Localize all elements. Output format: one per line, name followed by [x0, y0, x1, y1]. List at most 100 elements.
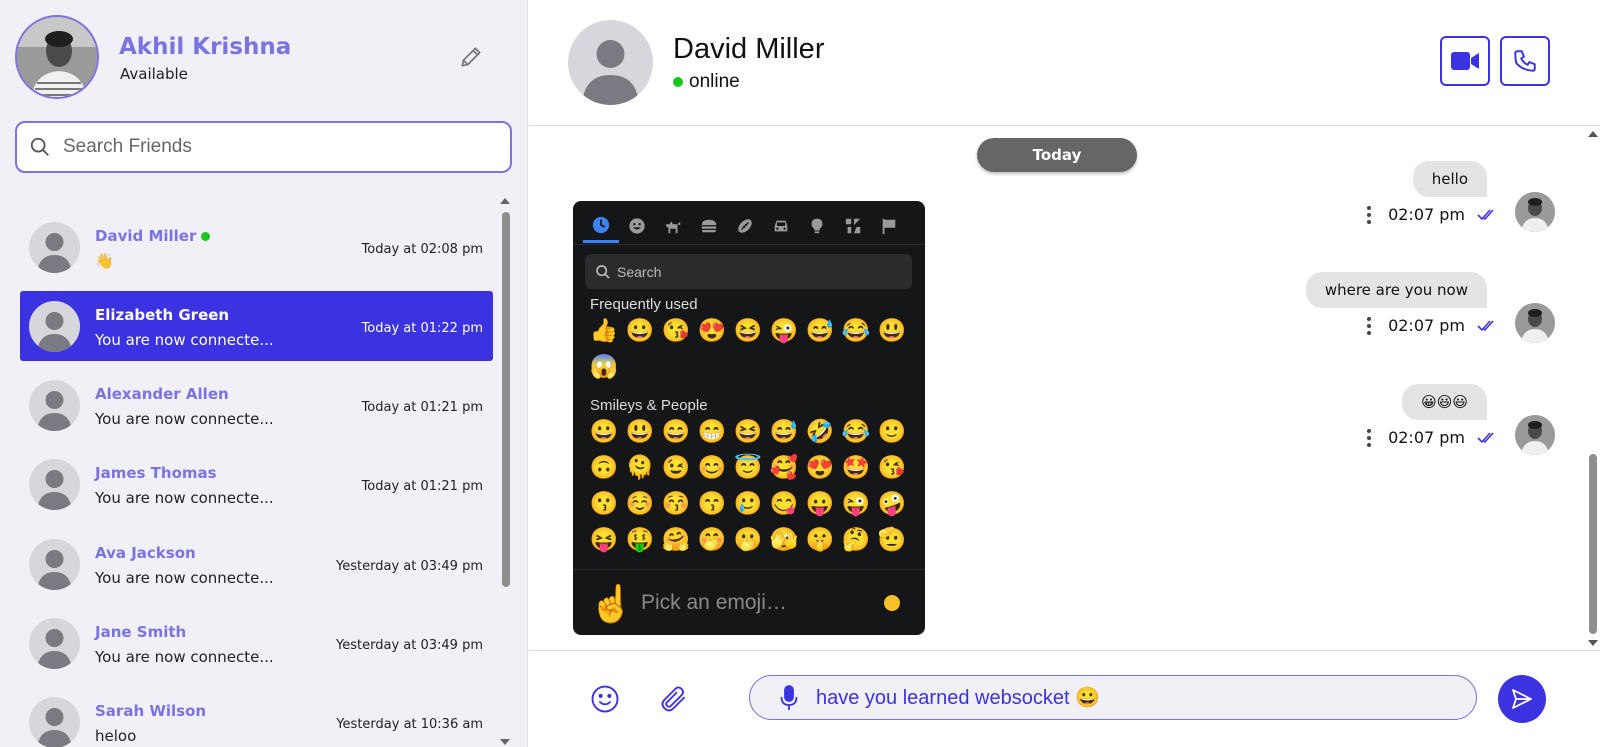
emoji-option[interactable]: 🫡	[874, 521, 910, 557]
emoji-option[interactable]: 🥲	[730, 485, 766, 521]
emoji-option[interactable]: 🤗	[658, 521, 694, 557]
emoji-option[interactable]: 🤭	[694, 521, 730, 557]
emoji-option[interactable]: 😄	[658, 413, 694, 449]
emoji-option[interactable]: 😆	[730, 413, 766, 449]
scrollbar-thumb[interactable]	[1589, 454, 1597, 634]
emoji-option[interactable]: 🤫	[802, 521, 838, 557]
emoji-option[interactable]: 😗	[586, 485, 622, 521]
video-call-button[interactable]	[1440, 36, 1490, 86]
microphone-icon[interactable]	[780, 684, 798, 711]
emoji-tab-smileys[interactable]	[619, 209, 655, 243]
emoji-option[interactable]: 🫣	[766, 521, 802, 557]
emoji-option[interactable]: 🤔	[838, 521, 874, 557]
emoji-tab-objects[interactable]	[799, 209, 835, 243]
emoji-option[interactable]: 😊	[694, 449, 730, 485]
edit-profile-button[interactable]	[456, 42, 486, 72]
emoji-option[interactable]: 😇	[730, 449, 766, 485]
voice-call-button[interactable]	[1500, 36, 1550, 86]
emoji-option[interactable]: 🫠	[622, 449, 658, 485]
message-meta: 02:07 pm	[1362, 428, 1495, 447]
search-friends-input[interactable]	[63, 136, 483, 158]
emoji-option[interactable]: 😃	[874, 312, 910, 348]
emoji-tab-travel[interactable]	[763, 209, 799, 243]
emoji-option[interactable]: 😅	[766, 413, 802, 449]
emoji-option[interactable]: 👍	[586, 312, 622, 348]
message-options-icon[interactable]	[1362, 428, 1376, 447]
emoji-option[interactable]: 😅	[802, 312, 838, 348]
emoji-option[interactable]: 🙂	[874, 413, 910, 449]
emoji-tab-food[interactable]	[691, 209, 727, 243]
friend-item-elizabeth-green[interactable]: Elizabeth Green You are now connecte... …	[20, 291, 493, 361]
send-button[interactable]	[1498, 675, 1546, 723]
message-input-field[interactable]	[749, 675, 1477, 720]
friend-item-james-thomas[interactable]: James Thomas You are now connecte... Tod…	[20, 449, 493, 519]
emoji-option[interactable]: 😜	[838, 485, 874, 521]
emoji-option[interactable]: 😀	[622, 312, 658, 348]
friend-item-alexander-allen[interactable]: Alexander Allen You are now connecte... …	[20, 370, 493, 440]
emoji-option[interactable]: 😱	[586, 348, 622, 384]
message-bubble[interactable]: 😀😃😃	[1402, 384, 1487, 420]
friends-scrollbar[interactable]	[498, 192, 513, 747]
emoji-search-input[interactable]	[617, 263, 897, 280]
message-options-icon[interactable]	[1362, 205, 1376, 224]
emoji-option[interactable]: 🙃	[586, 449, 622, 485]
emoji-option[interactable]: 😋	[766, 485, 802, 521]
emoji-tab-symbols[interactable]	[835, 209, 871, 243]
message-bubble[interactable]: hello	[1412, 161, 1487, 197]
emoji-option[interactable]: 😚	[658, 485, 694, 521]
friend-item-ava-jackson[interactable]: Ava Jackson You are now connecte... Yest…	[20, 529, 493, 599]
emoji-option[interactable]: 🤣	[802, 413, 838, 449]
emoji-option[interactable]: 😍	[802, 449, 838, 485]
sender-avatar	[1515, 192, 1555, 232]
emoji-search-field[interactable]	[585, 254, 912, 289]
emoji-option[interactable]: 😁	[694, 413, 730, 449]
emoji-option[interactable]: 😜	[766, 312, 802, 348]
contact-avatar[interactable]	[568, 20, 653, 105]
emoji-option[interactable]: 😘	[658, 312, 694, 348]
friend-item-david-miller[interactable]: David Miller 👋 Today at 02:08 pm	[20, 212, 493, 282]
emoji-option[interactable]: 😆	[730, 312, 766, 348]
emoji-option[interactable]: 😘	[874, 449, 910, 485]
emoji-option[interactable]: 🤑	[622, 521, 658, 557]
skin-tone-selector[interactable]	[884, 595, 900, 611]
emoji-option[interactable]: 🥰	[766, 449, 802, 485]
emoji-option[interactable]: 😀	[586, 413, 622, 449]
friend-item-jane-smith[interactable]: Jane Smith You are now connecte... Yeste…	[20, 608, 493, 678]
emoji-option[interactable]: 😃	[622, 413, 658, 449]
emoji-button[interactable]	[587, 681, 623, 717]
emoji-option[interactable]: ☺️	[622, 485, 658, 521]
scroll-up-arrow[interactable]	[1588, 131, 1598, 137]
message-options-icon[interactable]	[1362, 316, 1376, 335]
emoji-tab-activity[interactable]	[727, 209, 763, 243]
scroll-up-arrow[interactable]	[500, 198, 510, 204]
message-bubble[interactable]: where are you now	[1305, 272, 1487, 308]
scroll-down-arrow[interactable]	[500, 739, 510, 745]
scrollbar-thumb[interactable]	[502, 212, 510, 587]
emoji-tab-flags[interactable]	[871, 209, 907, 243]
friend-name: David Miller	[95, 227, 211, 245]
attach-button[interactable]	[656, 681, 692, 717]
emoji-option[interactable]: 🤪	[874, 485, 910, 521]
emoji-option[interactable]: 😝	[586, 521, 622, 557]
friend-name: Ava Jackson	[95, 544, 196, 562]
scroll-down-arrow[interactable]	[1588, 640, 1598, 646]
emoji-option[interactable]: 😛	[802, 485, 838, 521]
emoji-tab-animals[interactable]	[655, 209, 691, 243]
emoji-option[interactable]: 😂	[838, 413, 874, 449]
emoji-option[interactable]: 😂	[838, 312, 874, 348]
emoji-preview-bar: ☝️ Pick an emoji…	[573, 569, 925, 635]
message-input[interactable]	[816, 686, 1436, 709]
friend-last-message: You are now connecte...	[95, 331, 274, 349]
sender-avatar	[1515, 303, 1555, 343]
messages-scrollbar[interactable]	[1586, 127, 1600, 650]
travel-icon	[774, 220, 788, 232]
emoji-option[interactable]: 🫢	[730, 521, 766, 557]
emoji-option[interactable]: 😙	[694, 485, 730, 521]
friend-item-sarah-wilson[interactable]: Sarah Wilson heloo Yesterday at 10:36 am	[20, 687, 493, 747]
emoji-tab-recent[interactable]	[583, 209, 619, 243]
emoji-option[interactable]: 🤩	[838, 449, 874, 485]
emoji-option[interactable]: 😍	[694, 312, 730, 348]
search-friends-field[interactable]	[15, 121, 512, 173]
profile-avatar[interactable]	[15, 15, 99, 99]
emoji-option[interactable]: 😉	[658, 449, 694, 485]
